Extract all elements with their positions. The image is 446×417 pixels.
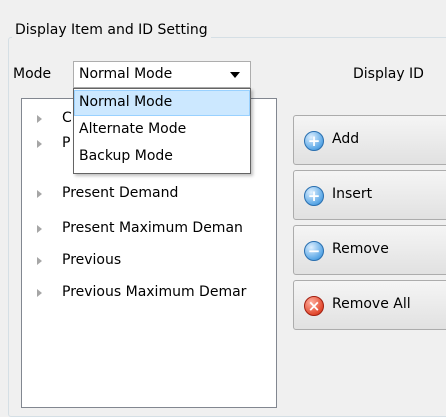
tree-item[interactable]: Present Maximum Deman: [22, 219, 276, 241]
plus-circle-icon: +: [304, 186, 324, 206]
chevron-down-icon[interactable]: [230, 72, 240, 78]
remove-button[interactable]: − Remove: [293, 225, 446, 275]
tree-item-label: Present Maximum Deman: [62, 220, 243, 236]
remove-button-label: Remove: [332, 241, 389, 257]
tree-item-label: Present Demand: [62, 185, 179, 201]
expand-arrow-icon[interactable]: [37, 115, 42, 123]
x-circle-icon: ×: [304, 296, 324, 316]
tree-item-label: P: [62, 135, 71, 151]
mode-option-normal[interactable]: Normal Mode: [74, 90, 250, 116]
expand-arrow-icon[interactable]: [37, 225, 42, 233]
minus-circle-icon: −: [304, 241, 324, 261]
tree-item-label: Previous Maximum Demar: [62, 284, 247, 300]
mode-option-backup[interactable]: Backup Mode: [75, 145, 249, 169]
mode-option-label: Backup Mode: [79, 148, 173, 164]
insert-button[interactable]: + Insert: [293, 170, 446, 220]
display-id-label: Display ID: [353, 66, 424, 82]
plus-circle-icon: +: [304, 131, 324, 151]
tree-item-label: C: [62, 110, 72, 126]
mode-option-alternate[interactable]: Alternate Mode: [75, 118, 249, 142]
tree-item[interactable]: Previous Maximum Demar: [22, 283, 276, 305]
tree-item-label: Previous: [62, 252, 122, 268]
expand-arrow-icon[interactable]: [37, 190, 42, 198]
tree-item[interactable]: Present Demand: [22, 184, 276, 206]
mode-combobox[interactable]: Normal Mode: [73, 61, 251, 88]
expand-arrow-icon[interactable]: [37, 289, 42, 297]
mode-option-label: Alternate Mode: [79, 121, 187, 137]
remove-all-button[interactable]: × Remove All: [293, 280, 446, 330]
group-title: Display Item and ID Setting: [12, 22, 211, 38]
mode-label: Mode: [13, 66, 52, 82]
mode-option-label: Normal Mode: [79, 94, 173, 110]
add-button[interactable]: + Add: [293, 115, 446, 165]
mode-selected-value: Normal Mode: [79, 66, 173, 82]
tree-item[interactable]: Previous: [22, 251, 276, 273]
remove-all-button-label: Remove All: [332, 296, 411, 312]
add-button-label: Add: [332, 131, 360, 147]
expand-arrow-icon[interactable]: [37, 257, 42, 265]
insert-button-label: Insert: [332, 186, 373, 202]
expand-arrow-icon[interactable]: [37, 140, 42, 148]
mode-dropdown-list[interactable]: Normal Mode Alternate Mode Backup Mode: [73, 88, 251, 174]
